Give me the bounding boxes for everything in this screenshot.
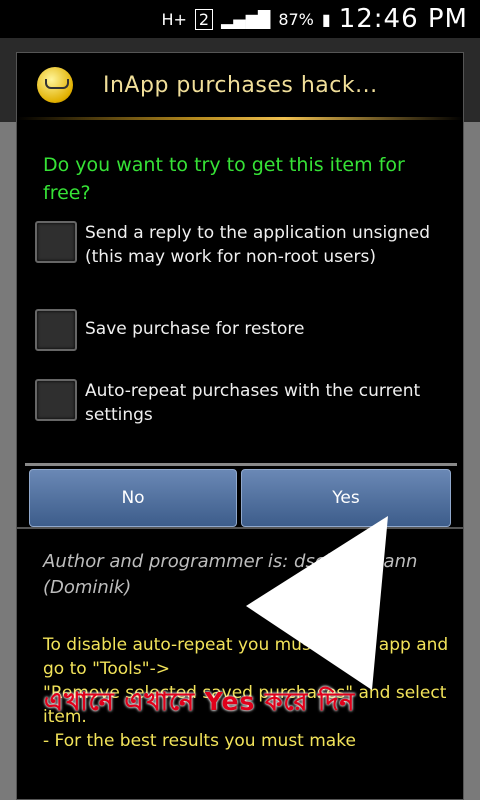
save-purchase-label: Save purchase for restore: [85, 319, 305, 339]
info-divider: [17, 527, 463, 529]
yes-button[interactable]: Yes: [241, 469, 451, 527]
author-info: Author and programmer is: dschuermann (D…: [43, 551, 418, 598]
network-type: H+: [161, 9, 187, 29]
title-divider: [17, 117, 463, 120]
annotation-text: এখানে এখানে Yes করে দিন: [44, 687, 356, 716]
option-auto-repeat[interactable]: Auto-repeat purchases with the current s…: [35, 379, 455, 427]
smiley-icon: [37, 67, 73, 103]
status-bar: H+ 2 ▂▄▆█ 87% ▮ 12:46 PM: [0, 0, 480, 38]
auto-repeat-label: Auto-repeat purchases with the current s…: [85, 381, 421, 425]
dialog-question: Do you want to try to get this item for …: [43, 154, 405, 204]
signal-icon: ▂▄▆█: [221, 9, 271, 29]
sim-indicator: 2: [194, 8, 214, 30]
no-button[interactable]: No: [29, 469, 237, 527]
dialog-title-row: InApp purchases hack...: [17, 53, 463, 117]
option-send-unsigned[interactable]: Send a reply to the application unsigned…: [35, 221, 455, 269]
button-bar: No Yes: [25, 463, 457, 530]
send-unsigned-label: Send a reply to the application unsigned…: [85, 223, 430, 267]
send-unsigned-checkbox[interactable]: [35, 221, 77, 263]
save-purchase-checkbox[interactable]: [35, 309, 77, 351]
status-icons: H+ 2 ▂▄▆█ 87% ▮ 12:46 PM: [161, 4, 468, 34]
dialog-title: InApp purchases hack...: [103, 72, 378, 98]
battery-icon: ▮: [321, 9, 331, 29]
auto-repeat-checkbox[interactable]: [35, 379, 77, 421]
option-save-purchase[interactable]: Save purchase for restore: [35, 309, 455, 351]
status-time: 12:46 PM: [338, 4, 468, 34]
battery-percent: 87%: [278, 9, 314, 29]
